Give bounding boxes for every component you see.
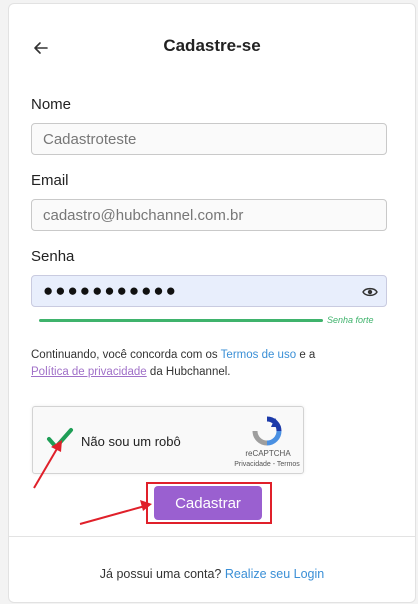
terms-of-use-link[interactable]: Termos de uso	[221, 349, 296, 361]
terms-prefix: Continuando, você concorda com os	[31, 349, 218, 361]
email-value: cadastro@hubchannel.com.br	[43, 206, 244, 224]
name-label: Nome	[31, 96, 72, 113]
recaptcha-widget: Não sou um robô reCAPTCHA Privacidade - …	[32, 406, 304, 474]
recaptcha-links[interactable]: Privacidade - Termos	[217, 461, 317, 468]
name-value: Cadastroteste	[43, 130, 137, 148]
password-field[interactable]: ●●●●●●●●●●●	[31, 275, 387, 307]
terms-text: Continuando, você concorda com os Termos…	[31, 347, 391, 381]
login-prompt-text: Já possui uma conta?	[99, 567, 222, 581]
password-strength-label: Senha forte	[327, 315, 374, 325]
name-field[interactable]: Cadastroteste	[31, 123, 387, 155]
divider	[9, 536, 415, 537]
password-value: ●●●●●●●●●●●	[43, 281, 178, 300]
checkmark-icon[interactable]	[46, 425, 74, 453]
login-link[interactable]: Realize seu Login	[225, 567, 324, 581]
signup-card: Cadastre-se Nome Cadastroteste Email cad…	[8, 3, 416, 603]
recaptcha-logo-icon	[252, 416, 282, 446]
recaptcha-brand: reCAPTCHA	[245, 449, 291, 458]
terms-suffix: da Hubchannel.	[149, 366, 231, 378]
submit-button[interactable]: Cadastrar	[154, 486, 262, 520]
email-field[interactable]: cadastro@hubchannel.com.br	[31, 199, 387, 231]
terms-middle: e a	[299, 349, 316, 361]
login-prompt: Já possui uma conta? Realize seu Login	[9, 567, 415, 581]
email-label: Email	[31, 172, 69, 189]
page-title: Cadastre-se	[163, 36, 261, 55]
eye-icon[interactable]	[362, 285, 378, 299]
privacy-policy-link[interactable]: Política de privacidade	[31, 366, 147, 378]
password-label: Senha	[31, 248, 75, 265]
password-strength-bar	[39, 319, 323, 322]
recaptcha-label: Não sou um robô	[81, 434, 181, 449]
